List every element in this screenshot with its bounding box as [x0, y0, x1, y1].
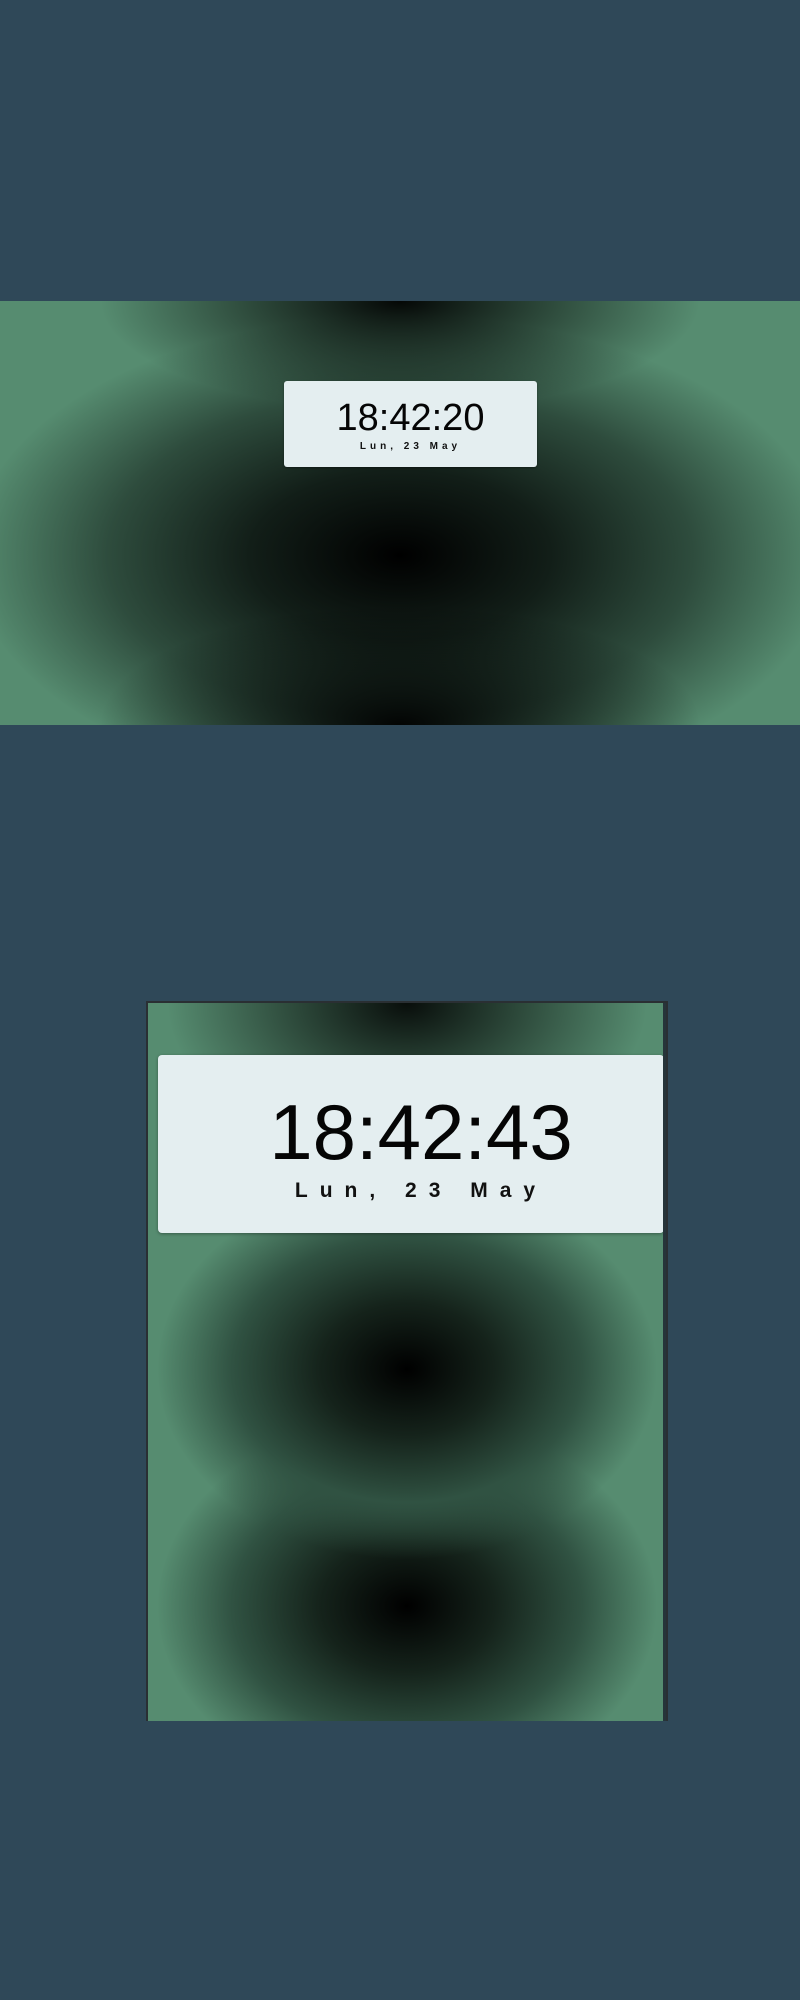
clock-card: 18:42:43 Lun, 23 May: [158, 1055, 664, 1233]
clock-date: Lun, 23 May: [359, 441, 462, 452]
clock-card: 18:42:20 Lun, 23 May: [284, 381, 537, 467]
wide-clock-preview: 18:42:20 Lun, 23 May: [0, 301, 800, 725]
clock-time: 18:42:20: [336, 397, 485, 439]
clock-date: Lun, 23 May: [294, 1179, 548, 1202]
clock-time: 18:42:43: [269, 1088, 573, 1176]
page: 18:42:20 Lun, 23 May 18:42:43 Lun, 23 Ma…: [0, 0, 800, 2000]
phone-clock-preview: 18:42:43 Lun, 23 May: [146, 1001, 668, 1721]
preview-frame-edge: [663, 1003, 666, 1721]
